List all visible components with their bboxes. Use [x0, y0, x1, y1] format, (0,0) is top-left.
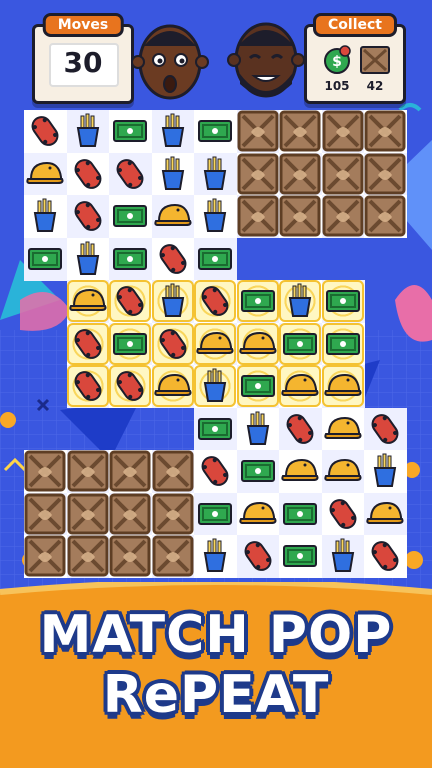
crate-tile[interactable]	[24, 450, 66, 492]
fries-tile[interactable]	[152, 110, 194, 152]
cash-tile[interactable]	[279, 535, 321, 577]
cash-tile[interactable]	[109, 238, 151, 280]
skate-tile[interactable]	[194, 450, 236, 492]
cap-tile-gold[interactable]	[66, 280, 109, 322]
crate-tile[interactable]	[237, 153, 279, 195]
cash-tile[interactable]	[237, 450, 279, 492]
crate-tile[interactable]	[279, 195, 321, 237]
cash-tile[interactable]	[109, 110, 151, 152]
cap-tile[interactable]	[322, 450, 364, 492]
fries-tile[interactable]	[237, 408, 279, 450]
cash-tile[interactable]	[279, 493, 321, 535]
crate-tile[interactable]	[364, 110, 406, 152]
fries-tile[interactable]	[67, 238, 109, 280]
skate-tile[interactable]	[364, 535, 406, 577]
crate-tile[interactable]	[237, 110, 279, 152]
skate-tile-gold[interactable]	[109, 280, 151, 322]
cap-tile[interactable]	[322, 408, 364, 450]
fries-tile-gold[interactable]	[279, 280, 321, 322]
crate-tile[interactable]	[279, 153, 321, 195]
crate-tile[interactable]	[364, 153, 406, 195]
crate-tile[interactable]	[24, 493, 66, 535]
fries-tile[interactable]	[152, 153, 194, 195]
cash-tile[interactable]	[24, 238, 66, 280]
skate-tile-gold[interactable]	[109, 365, 151, 407]
cash-tile[interactable]	[194, 110, 236, 152]
game-board	[0, 0, 432, 600]
cash-tile-gold[interactable]	[321, 322, 364, 365]
cash-tile[interactable]	[109, 195, 151, 237]
cap-tile[interactable]	[24, 153, 66, 195]
fries-tile[interactable]	[194, 195, 236, 237]
skate-tile[interactable]	[67, 153, 109, 195]
cap-tile-gold[interactable]	[151, 365, 194, 407]
fries-tile[interactable]	[322, 535, 364, 577]
crate-tile[interactable]	[152, 493, 194, 535]
cash-tile[interactable]	[194, 408, 236, 450]
crate-tile[interactable]	[109, 450, 151, 492]
fries-tile-gold[interactable]	[151, 280, 194, 322]
crate-tile[interactable]	[109, 535, 151, 577]
crate-tile[interactable]	[67, 450, 109, 492]
cash-tile[interactable]	[194, 238, 236, 280]
cash-tile-gold[interactable]	[279, 322, 321, 365]
cap-tile-gold[interactable]	[321, 365, 364, 407]
skate-tile[interactable]	[152, 238, 194, 280]
skate-tile[interactable]	[24, 110, 66, 152]
cap-tile[interactable]	[237, 493, 279, 535]
fries-tile[interactable]	[67, 110, 109, 152]
skate-tile[interactable]	[237, 535, 279, 577]
fries-tile[interactable]	[364, 450, 406, 492]
cap-tile-gold[interactable]	[236, 322, 279, 365]
cash-tile-gold[interactable]	[236, 280, 279, 322]
cash-tile-gold[interactable]	[236, 365, 279, 407]
crate-tile[interactable]	[322, 110, 364, 152]
crate-tile[interactable]	[279, 110, 321, 152]
skate-tile-gold[interactable]	[194, 280, 236, 322]
cash-tile-gold[interactable]	[321, 280, 364, 322]
cash-tile[interactable]	[194, 493, 236, 535]
crate-tile[interactable]	[322, 195, 364, 237]
skate-tile[interactable]	[67, 195, 109, 237]
skate-tile-gold[interactable]	[66, 365, 109, 407]
cap-tile-gold[interactable]	[194, 322, 236, 365]
cap-tile[interactable]	[279, 450, 321, 492]
slogan-line-1: MATCH POP	[39, 605, 393, 665]
skate-tile[interactable]	[364, 408, 406, 450]
crate-tile[interactable]	[322, 153, 364, 195]
cap-tile-gold[interactable]	[279, 365, 321, 407]
crate-tile[interactable]	[24, 535, 66, 577]
fries-tile[interactable]	[24, 195, 66, 237]
skate-tile[interactable]	[279, 408, 321, 450]
crate-tile[interactable]	[237, 195, 279, 237]
fries-tile[interactable]	[194, 535, 236, 577]
skate-tile[interactable]	[109, 153, 151, 195]
skate-tile[interactable]	[322, 493, 364, 535]
slogan-line-2: RePEAT	[102, 665, 330, 725]
skate-tile-gold[interactable]	[66, 322, 109, 365]
skate-tile-gold[interactable]	[151, 322, 194, 365]
cap-tile[interactable]	[364, 493, 406, 535]
crate-tile[interactable]	[67, 493, 109, 535]
fries-tile[interactable]	[194, 153, 236, 195]
crate-tile[interactable]	[152, 535, 194, 577]
crate-tile[interactable]	[109, 493, 151, 535]
cash-tile-gold[interactable]	[109, 322, 151, 365]
crate-tile[interactable]	[67, 535, 109, 577]
cap-tile[interactable]	[152, 195, 194, 237]
crate-tile[interactable]	[364, 195, 406, 237]
crate-tile[interactable]	[152, 450, 194, 492]
fries-tile-gold[interactable]	[194, 365, 236, 407]
